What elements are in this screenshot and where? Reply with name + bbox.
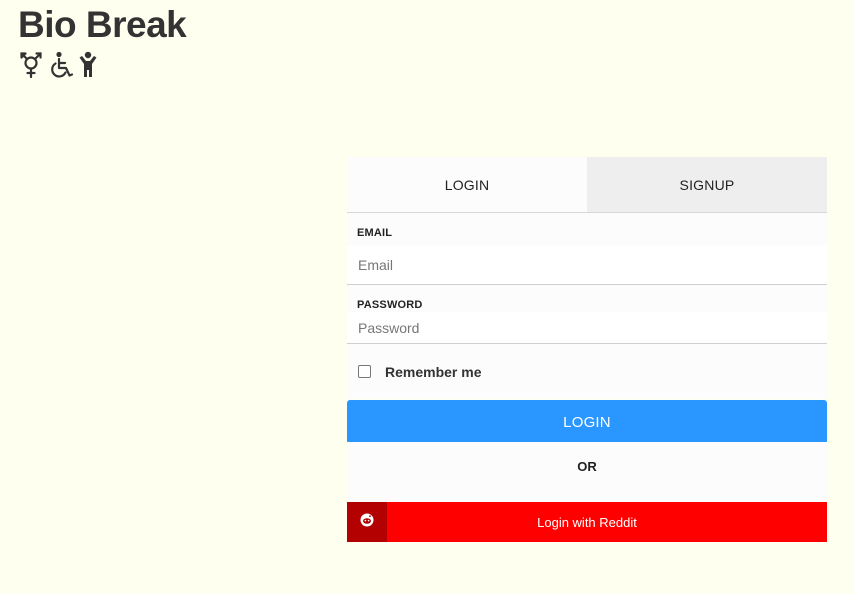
auth-tabs: LOGIN SIGNUP	[347, 157, 827, 213]
reddit-login-button[interactable]: Login with Reddit	[347, 502, 827, 542]
remember-me-checkbox[interactable]	[358, 365, 371, 378]
wheelchair-icon	[48, 51, 74, 79]
tab-login[interactable]: LOGIN	[347, 157, 587, 212]
or-separator: OR	[347, 442, 827, 502]
app-header: Bio Break	[18, 4, 187, 79]
amenity-icons	[18, 51, 186, 79]
password-label: PASSWORD	[357, 299, 423, 311]
login-button[interactable]: LOGIN	[347, 400, 827, 444]
auth-panel: LOGIN SIGNUP EMAIL PASSWORD Remember me …	[347, 157, 827, 542]
transgender-icon	[18, 51, 44, 79]
app-title: Bio Break	[18, 4, 187, 45]
reddit-login-label: Login with Reddit	[537, 514, 637, 530]
email-input[interactable]	[347, 246, 827, 284]
remember-me-row: Remember me	[347, 344, 827, 399]
remember-me-label[interactable]: Remember me	[385, 364, 482, 380]
email-field-group: EMAIL	[347, 213, 827, 285]
email-label: EMAIL	[357, 227, 393, 239]
password-input[interactable]	[347, 312, 827, 343]
tab-signup[interactable]: SIGNUP	[587, 157, 827, 212]
child-icon	[78, 51, 98, 79]
reddit-icon	[360, 513, 374, 532]
password-field-group: PASSWORD	[347, 285, 827, 344]
reddit-icon-box	[347, 502, 387, 542]
